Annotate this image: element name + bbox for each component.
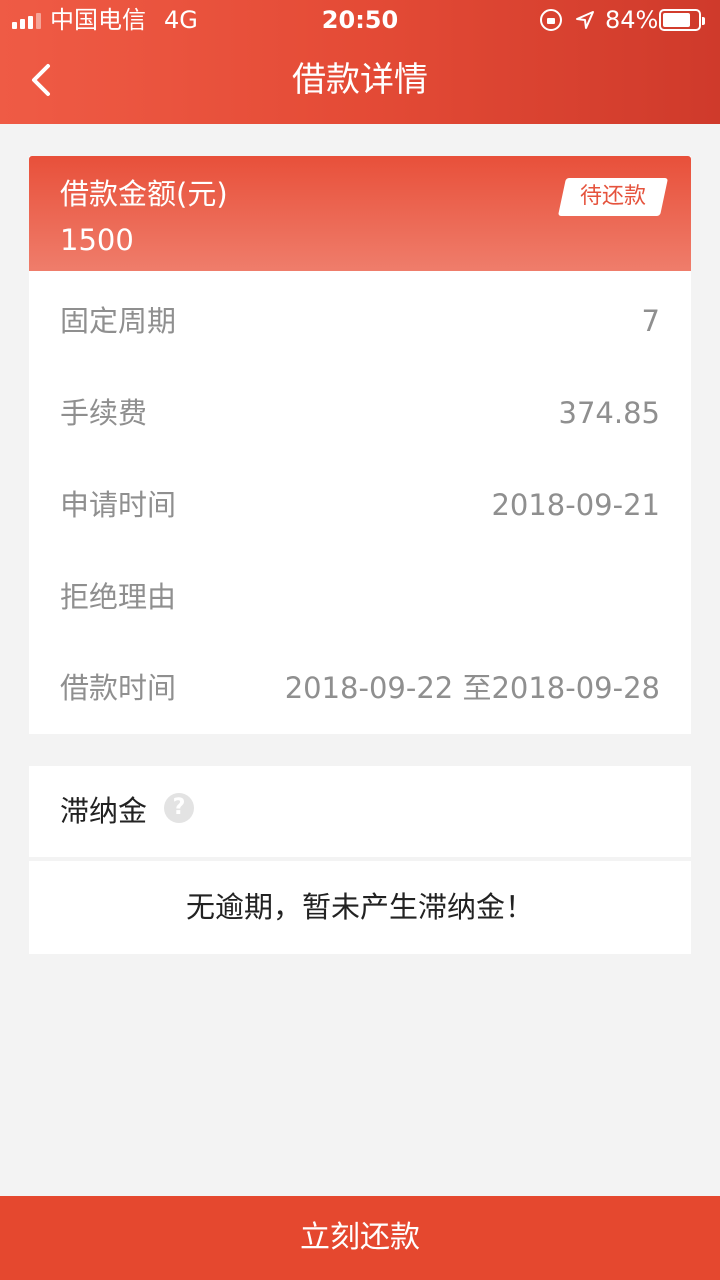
row-value: 7 [641,304,660,338]
loan-amount-label: 借款金额(元) [60,177,228,211]
row-reject-reason: 拒绝理由 [29,551,691,643]
battery-percent: 84% [605,6,659,34]
late-fee-card: 滞纳金 ? 无逾期，暂未产生滞纳金！ [29,766,691,954]
status-badge: 待还款 [557,178,669,216]
late-fee-body: 无逾期，暂未产生滞纳金！ [29,861,691,954]
location-arrow-icon [576,11,594,29]
question-circle-icon[interactable]: ? [164,793,194,823]
row-value: 2018-09-21 [491,488,660,522]
late-fee-title: 滞纳金 [60,794,148,828]
row-apply-time: 申请时间 2018-09-21 [29,459,691,551]
repay-now-button[interactable]: 立刻还款 [0,1196,720,1280]
battery-icon [659,9,705,31]
status-badge-label: 待还款 [579,184,646,209]
loan-detail-card: 借款金额(元) 1500 待还款 固定周期 7 手续费 374.85 申请时间 … [29,156,691,734]
loan-amount-value: 1500 [60,223,134,257]
row-label: 固定周期 [60,304,177,338]
page-title: 借款详情 [292,60,428,100]
row-fixed-period: 固定周期 7 [29,275,691,367]
row-fee: 手续费 374.85 [29,367,691,459]
row-value: 374.85 [558,396,660,430]
late-fee-header: 滞纳金 ? [29,766,691,857]
app-header: 中国电信 4G 20:50 84% 借款详情 [0,0,720,124]
row-value: 2018-09-22 至2018-09-28 [284,671,660,705]
row-label: 借款时间 [60,671,177,705]
row-label: 申请时间 [60,488,177,522]
rotation-lock-icon [540,9,562,31]
row-label: 手续费 [60,396,148,430]
row-label: 拒绝理由 [60,580,177,614]
late-fee-message: 无逾期，暂未产生滞纳金！ [185,890,534,924]
status-bar: 中国电信 4G 20:50 84% [0,0,720,40]
row-loan-time: 借款时间 2018-09-22 至2018-09-28 [29,642,691,734]
loan-amount-header: 借款金额(元) 1500 待还款 [29,156,691,271]
